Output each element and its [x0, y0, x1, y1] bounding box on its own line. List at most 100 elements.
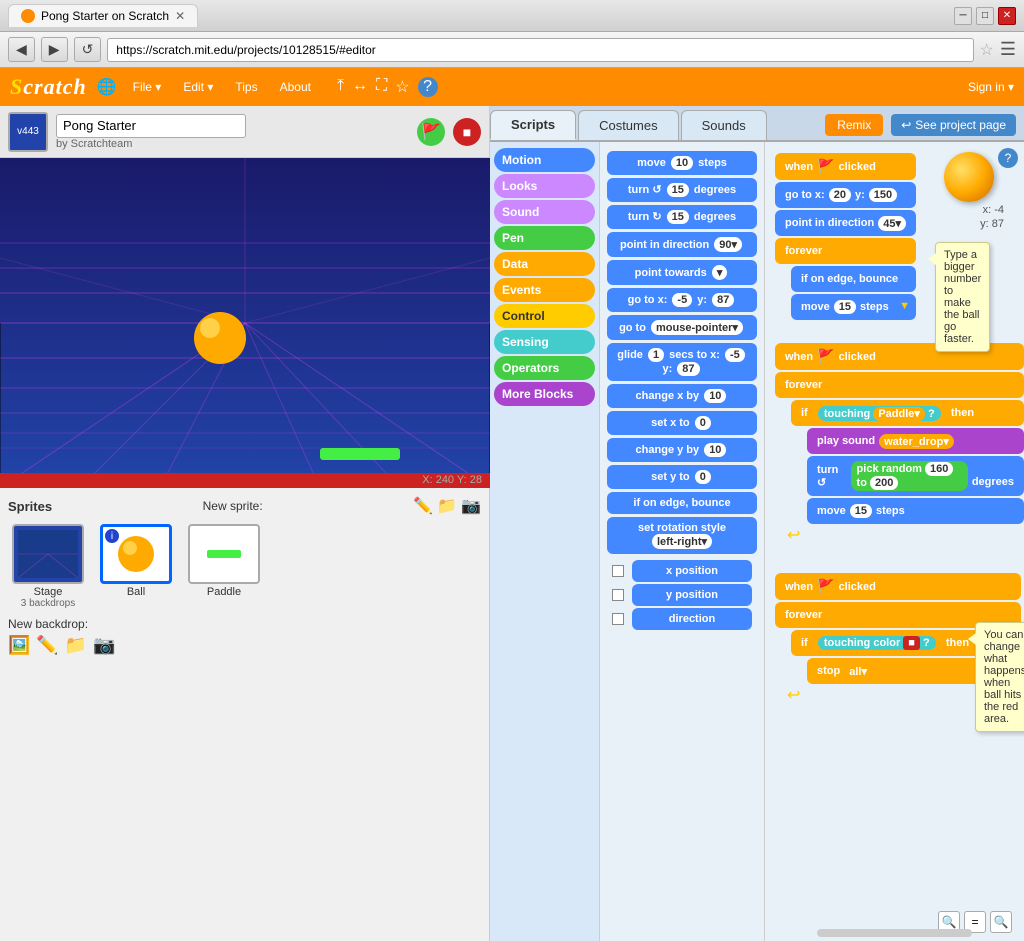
bookmark-star-icon[interactable]: ☆ — [980, 40, 994, 60]
remix-btn[interactable]: Remix — [825, 114, 883, 136]
menu-tips[interactable]: Tips — [229, 77, 263, 97]
block-point-direction[interactable]: point in direction 90▾ — [607, 232, 757, 257]
block-edge-bounce[interactable]: if on edge, bounce — [607, 492, 757, 514]
script-stack-1: when 🚩 clicked go to x: 20 y: 150 point … — [775, 152, 916, 321]
block-goto[interactable]: go to x: -5 y: 87 — [607, 288, 757, 312]
help-icon[interactable]: ? — [418, 77, 438, 97]
star-icon[interactable]: ☆ — [395, 77, 409, 97]
direction-checkbox[interactable] — [612, 613, 624, 625]
forward-btn[interactable]: ▶ — [41, 37, 68, 62]
stage-area: X: 240 Y: 28 — [0, 158, 490, 488]
stage-sprite-item[interactable]: Stage 3 backdrops — [8, 524, 88, 609]
stack1-expand-icon[interactable]: ▼ — [899, 300, 910, 312]
fullscreen-icon[interactable]: ↔ — [352, 77, 368, 97]
block-move[interactable]: move 10 steps — [607, 151, 757, 175]
globe-icon[interactable]: 🌐 — [97, 77, 117, 97]
camera-sprite-btn[interactable]: 📷 — [461, 496, 481, 516]
ws-play-sound[interactable]: play sound water_drop▾ — [807, 428, 1024, 454]
upload-backdrop-btn[interactable]: 📁 — [65, 635, 87, 656]
menu-icon[interactable]: ☰ — [1000, 39, 1016, 60]
stage-canvas: X: 240 Y: 28 — [0, 158, 490, 488]
menu-about[interactable]: About — [274, 77, 317, 97]
green-flag-btn[interactable]: 🚩 — [417, 118, 445, 146]
ws-turn-random[interactable]: turn ↺ pick random 160 to 200 degrees — [807, 456, 1024, 496]
address-bar[interactable] — [107, 38, 973, 62]
x-position-checkbox[interactable] — [612, 565, 624, 577]
cat-motion-btn[interactable]: Motion — [494, 148, 595, 172]
paint-backdrop-btn[interactable]: 🖼️ — [8, 635, 30, 656]
tab-close-btn[interactable]: ✕ — [175, 9, 185, 23]
tab-costumes[interactable]: Costumes — [578, 110, 679, 140]
help-btn[interactable]: ? — [998, 148, 1018, 168]
menu-file[interactable]: File ▾ — [127, 77, 168, 97]
block-rotation-style[interactable]: set rotation style left-right▾ — [607, 517, 757, 554]
see-project-btn[interactable]: ↩ See project page — [891, 114, 1016, 136]
cat-events-btn[interactable]: Events — [494, 278, 595, 302]
cat-looks-btn[interactable]: Looks — [494, 174, 595, 198]
block-change-x[interactable]: change x by 10 — [607, 384, 757, 408]
block-goto-mousepointer[interactable]: go to mouse-pointer▾ — [607, 315, 757, 340]
expand-icon[interactable]: ⛶ — [376, 77, 387, 97]
ws-when-clicked-1[interactable]: when 🚩 clicked — [775, 153, 916, 180]
block-turn-ccw[interactable]: turn ↺ 15 degrees — [607, 178, 757, 202]
stop-btn[interactable]: ■ — [453, 118, 481, 146]
block-glide[interactable]: glide 1 secs to x: -5 y: 87 — [607, 343, 757, 381]
stage-label: Stage — [34, 586, 63, 598]
pick-random-block[interactable]: pick random 160 to 200 — [851, 461, 968, 491]
ws-forever-1[interactable]: forever — [775, 238, 916, 264]
block-set-x[interactable]: set x to 0 — [607, 411, 757, 435]
refresh-btn[interactable]: ↺ — [74, 37, 102, 62]
minimize-btn[interactable]: ─ — [954, 7, 972, 25]
ws-point-direction-block[interactable]: point in direction 45▾ — [775, 210, 916, 236]
block-x-position[interactable]: x position — [632, 560, 752, 582]
project-name-input[interactable] — [56, 114, 246, 138]
cat-moreblocks-btn[interactable]: More Blocks — [494, 382, 595, 406]
ws-edge-bounce-block[interactable]: if on edge, bounce — [791, 266, 916, 292]
restore-btn[interactable]: □ — [976, 7, 994, 25]
cat-operators-btn[interactable]: Operators — [494, 356, 595, 380]
ws-move-15-2[interactable]: move 15 steps — [807, 498, 1024, 524]
cat-sensing-btn[interactable]: Sensing — [494, 330, 595, 354]
sprite-item-paddle[interactable]: Paddle — [184, 524, 264, 609]
y-position-checkbox[interactable] — [612, 589, 624, 601]
cat-pen-btn[interactable]: Pen — [494, 226, 595, 250]
block-turn-cw[interactable]: turn ↻ 15 degrees — [607, 205, 757, 229]
topbar-icons: ⤒ ↔ ⛶ ☆ ? — [337, 77, 438, 97]
back-btn[interactable]: ◀ — [8, 37, 35, 62]
close-btn[interactable]: ✕ — [998, 7, 1016, 25]
block-change-y[interactable]: change y by 10 — [607, 438, 757, 462]
sprite-info-badge[interactable]: i — [105, 529, 119, 543]
block-point-towards[interactable]: point towards ▾ — [607, 260, 757, 285]
ws-goto-block[interactable]: go to x: 20 y: 150 — [775, 182, 916, 208]
zoom-in-btn[interactable]: 🔍 — [990, 911, 1012, 933]
cat-sound-btn[interactable]: Sound — [494, 200, 595, 224]
sign-in-btn[interactable]: Sign in ▾ — [968, 80, 1014, 94]
paddle-sprite-name: Paddle — [207, 586, 241, 598]
touching-color-block[interactable]: touching color ■ ? — [818, 636, 936, 650]
menu-edit[interactable]: Edit ▾ — [177, 77, 219, 97]
tab-scripts[interactable]: Scripts — [490, 110, 576, 140]
workspace-scrollbar[interactable] — [817, 929, 972, 937]
ball-sprite-name: Ball — [127, 586, 145, 598]
block-set-y[interactable]: set y to 0 — [607, 465, 757, 489]
see-project-icon: ↩ — [901, 118, 911, 132]
camera-backdrop-btn[interactable]: 📷 — [93, 635, 115, 656]
tab-sounds[interactable]: Sounds — [681, 110, 767, 140]
ws-move-15-1[interactable]: move 15 steps ▼ — [791, 294, 916, 320]
touching-block[interactable]: touching Paddle▾ ? — [818, 406, 941, 421]
cat-data-btn[interactable]: Data — [494, 252, 595, 276]
sprite-item-ball[interactable]: i Ball — [96, 524, 176, 609]
edit-backdrop-btn[interactable]: ✏️ — [36, 635, 58, 656]
ws-if-touching-paddle[interactable]: if touching Paddle▾ ? then — [791, 400, 1024, 426]
sprites-list: Stage 3 backdrops i Ball — [8, 524, 481, 609]
block-direction[interactable]: direction — [632, 608, 752, 630]
cat-control-btn[interactable]: Control — [494, 304, 595, 328]
ball-thumbnail: i — [100, 524, 172, 584]
upload-icon[interactable]: ⤒ — [337, 77, 344, 97]
block-y-position[interactable]: y position — [632, 584, 752, 606]
paint-sprite-btn[interactable]: ✏️ — [413, 496, 433, 516]
ws-when-clicked-3[interactable]: when 🚩 clicked — [775, 573, 1021, 600]
ws-forever-2[interactable]: forever — [775, 372, 1024, 398]
upload-sprite-btn[interactable]: 📁 — [437, 496, 457, 516]
browser-tab[interactable]: Pong Starter on Scratch ✕ — [8, 4, 198, 27]
